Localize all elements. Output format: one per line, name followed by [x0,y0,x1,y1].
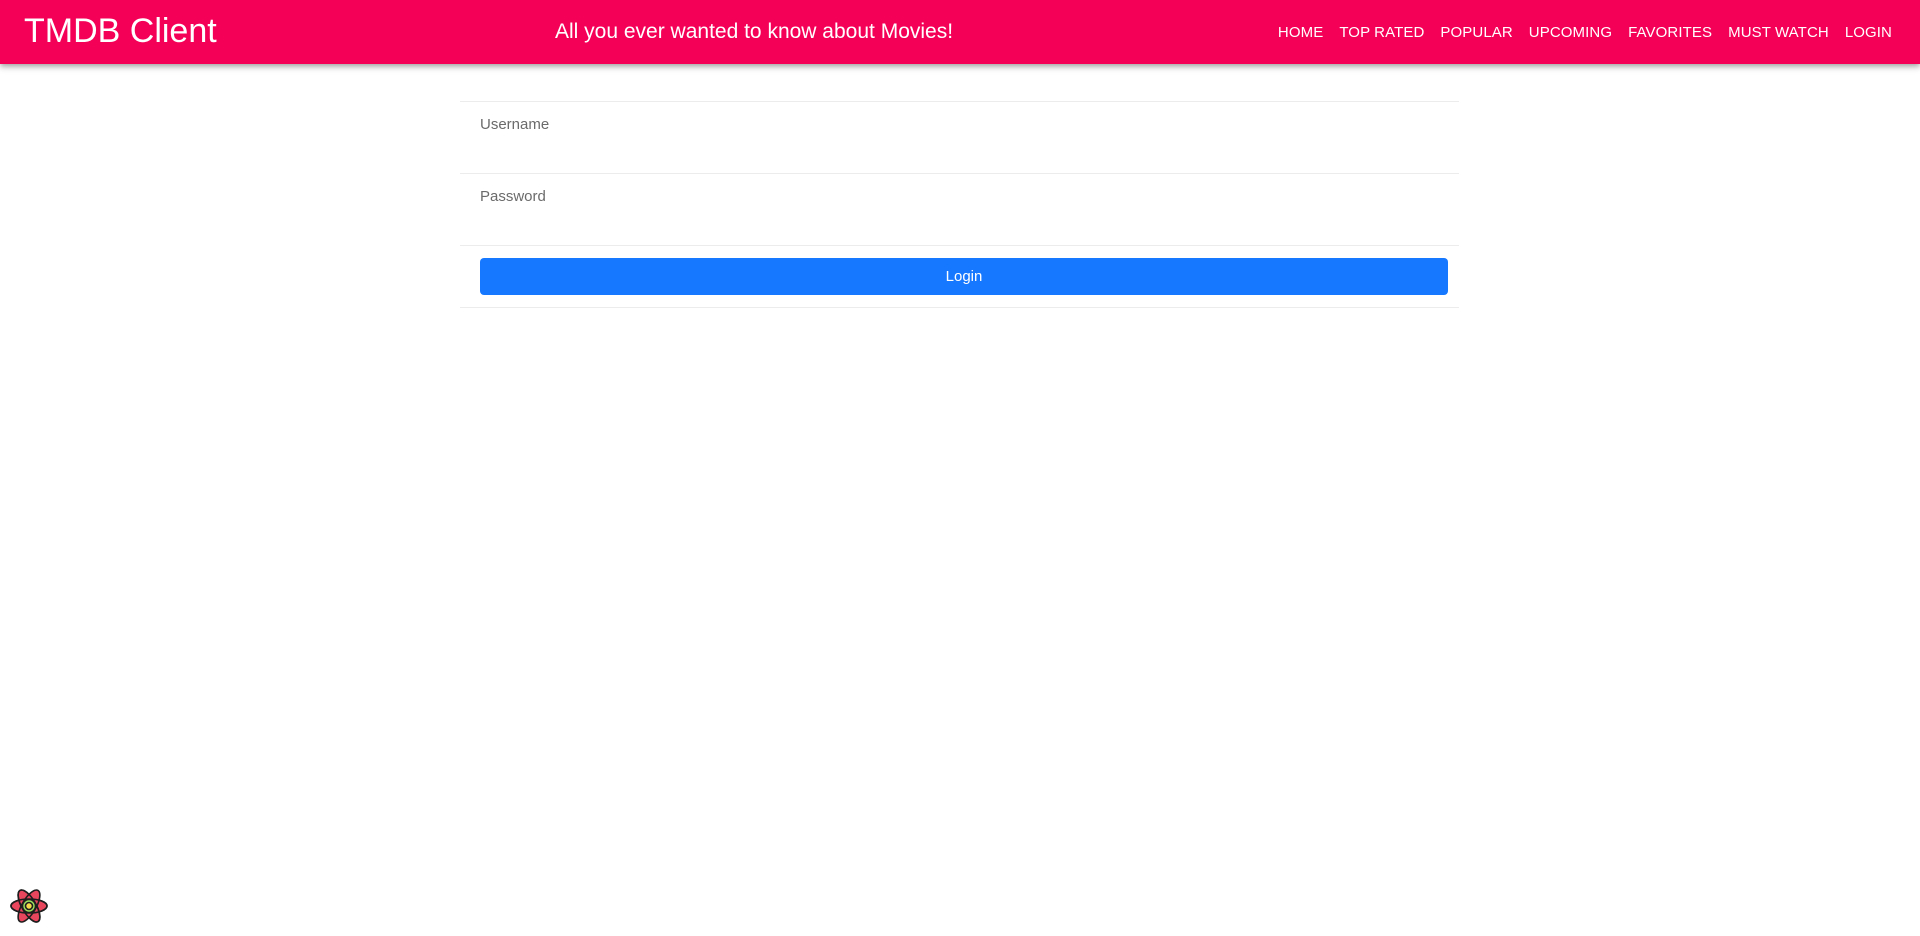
nav-upcoming[interactable]: UPCOMING [1521,18,1620,47]
password-row: Password [460,173,1459,245]
tagline: All you ever wanted to know about Movies… [555,20,954,43]
username-row: Username [460,101,1459,173]
username-field[interactable] [480,140,1438,166]
login-form: Username Password Login [460,101,1459,308]
login-button[interactable]: Login [480,258,1448,295]
nav-must-watch[interactable]: MUST WATCH [1720,18,1837,47]
react-logo-icon[interactable] [8,885,50,927]
nav-popular[interactable]: POPULAR [1432,18,1520,47]
app-bar: TMDB Client All you ever wanted to know … [0,0,1920,64]
password-label: Password [480,188,546,205]
nav-top-rated[interactable]: TOP RATED [1331,18,1432,47]
nav-login[interactable]: LOGIN [1837,18,1900,47]
username-label: Username [480,116,550,133]
password-field[interactable] [480,212,1438,238]
nav-home[interactable]: HOME [1270,18,1331,47]
app-title: TMDB Client [24,12,217,50]
submit-row: Login [460,245,1459,308]
nav-favorites[interactable]: FAVORITES [1620,18,1720,47]
main-nav: HOME TOP RATED POPULAR UPCOMING FAVORITE… [1270,0,1900,64]
